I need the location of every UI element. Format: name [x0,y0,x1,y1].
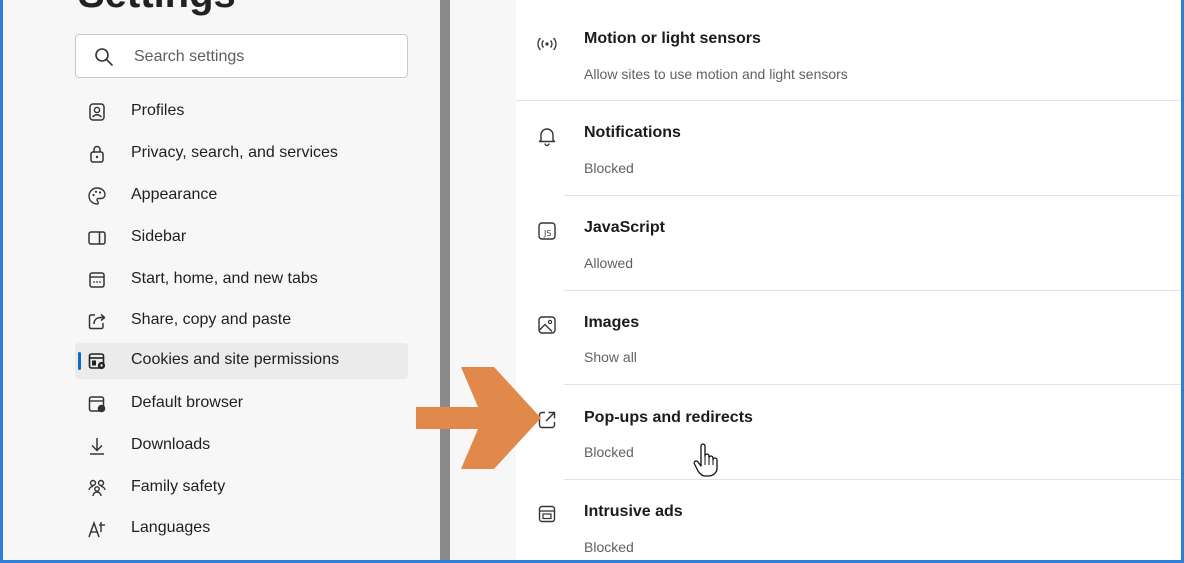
screenshot-frame [0,0,1184,563]
